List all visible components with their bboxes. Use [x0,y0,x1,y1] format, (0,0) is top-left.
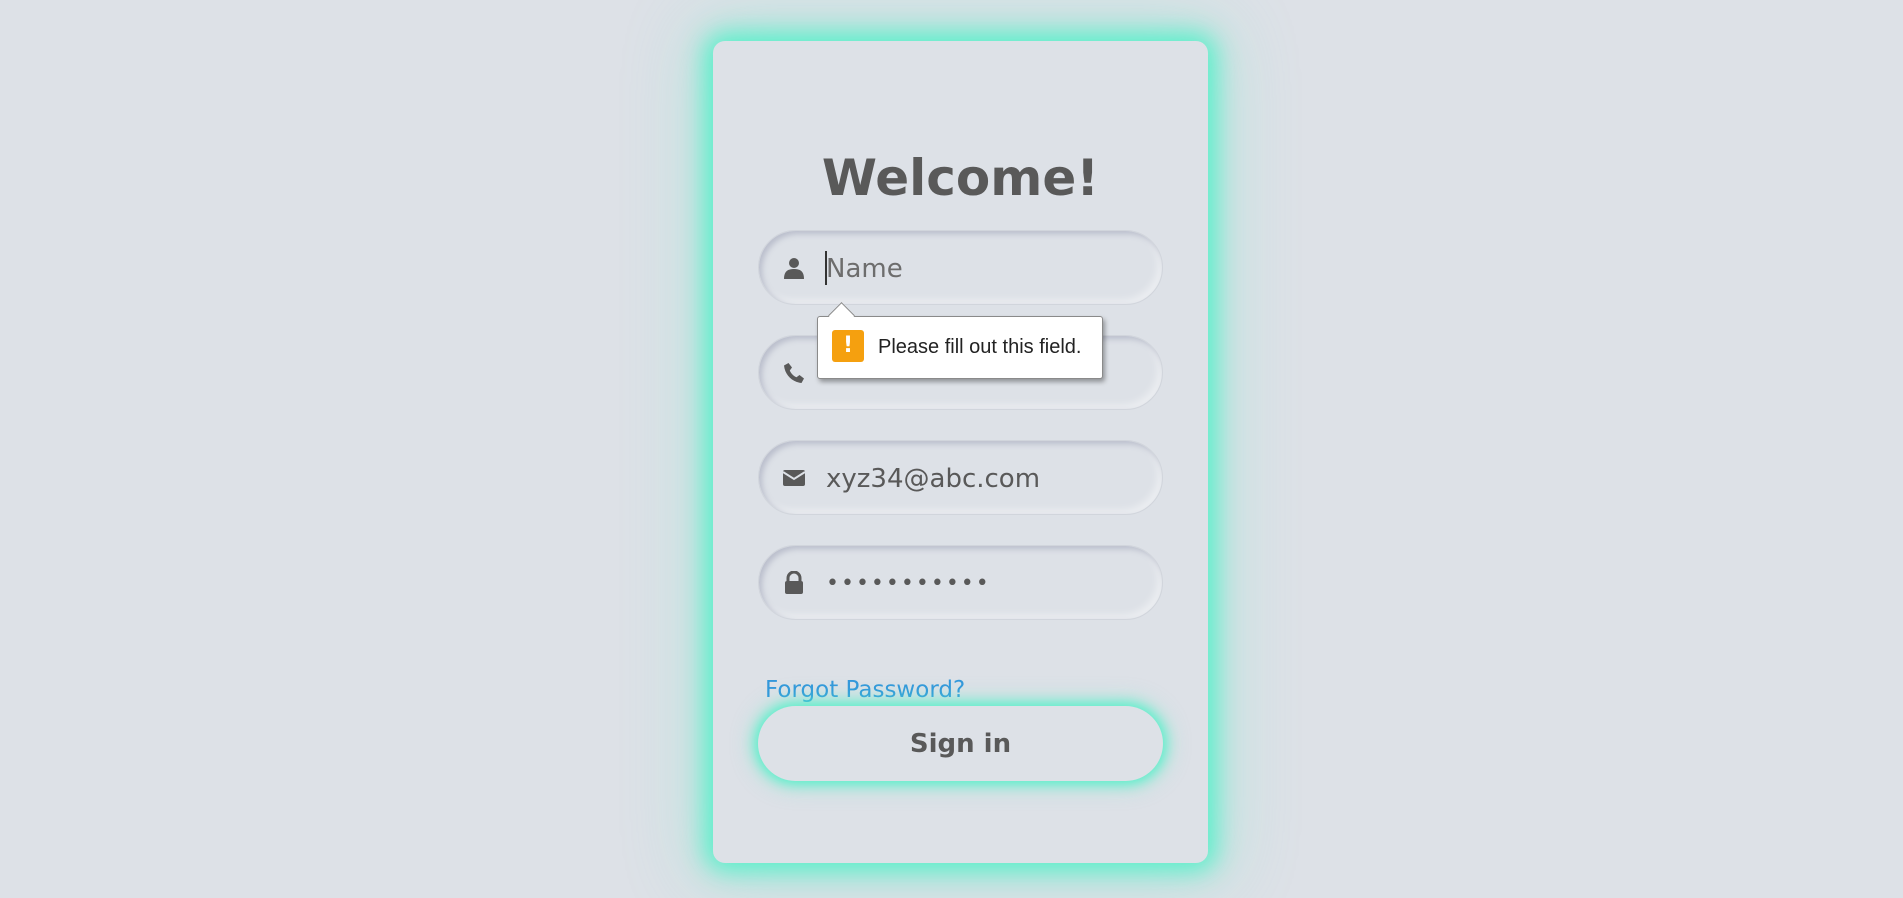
text-caret [825,251,827,285]
lock-icon [781,570,807,596]
email-input[interactable] [824,441,1148,516]
password-field[interactable] [758,545,1163,621]
exclamation-icon: ! [832,330,864,362]
name-field[interactable] [758,230,1163,306]
validation-tooltip: ! Please fill out this field. [817,302,1103,379]
password-input[interactable] [824,546,1148,621]
email-field[interactable] [758,440,1163,516]
page-title: Welcome! [821,149,1100,207]
envelope-icon [781,465,807,491]
signin-button[interactable]: Sign in [758,706,1163,781]
name-input[interactable] [824,231,1148,306]
forgot-password-link[interactable]: Forgot Password? [765,677,965,703]
validation-message: Please fill out this field. [878,336,1082,358]
user-icon [781,255,807,281]
phone-icon [781,360,807,386]
login-card: Welcome! Name xyz34@abc.com Forgot Passw… [713,41,1208,863]
